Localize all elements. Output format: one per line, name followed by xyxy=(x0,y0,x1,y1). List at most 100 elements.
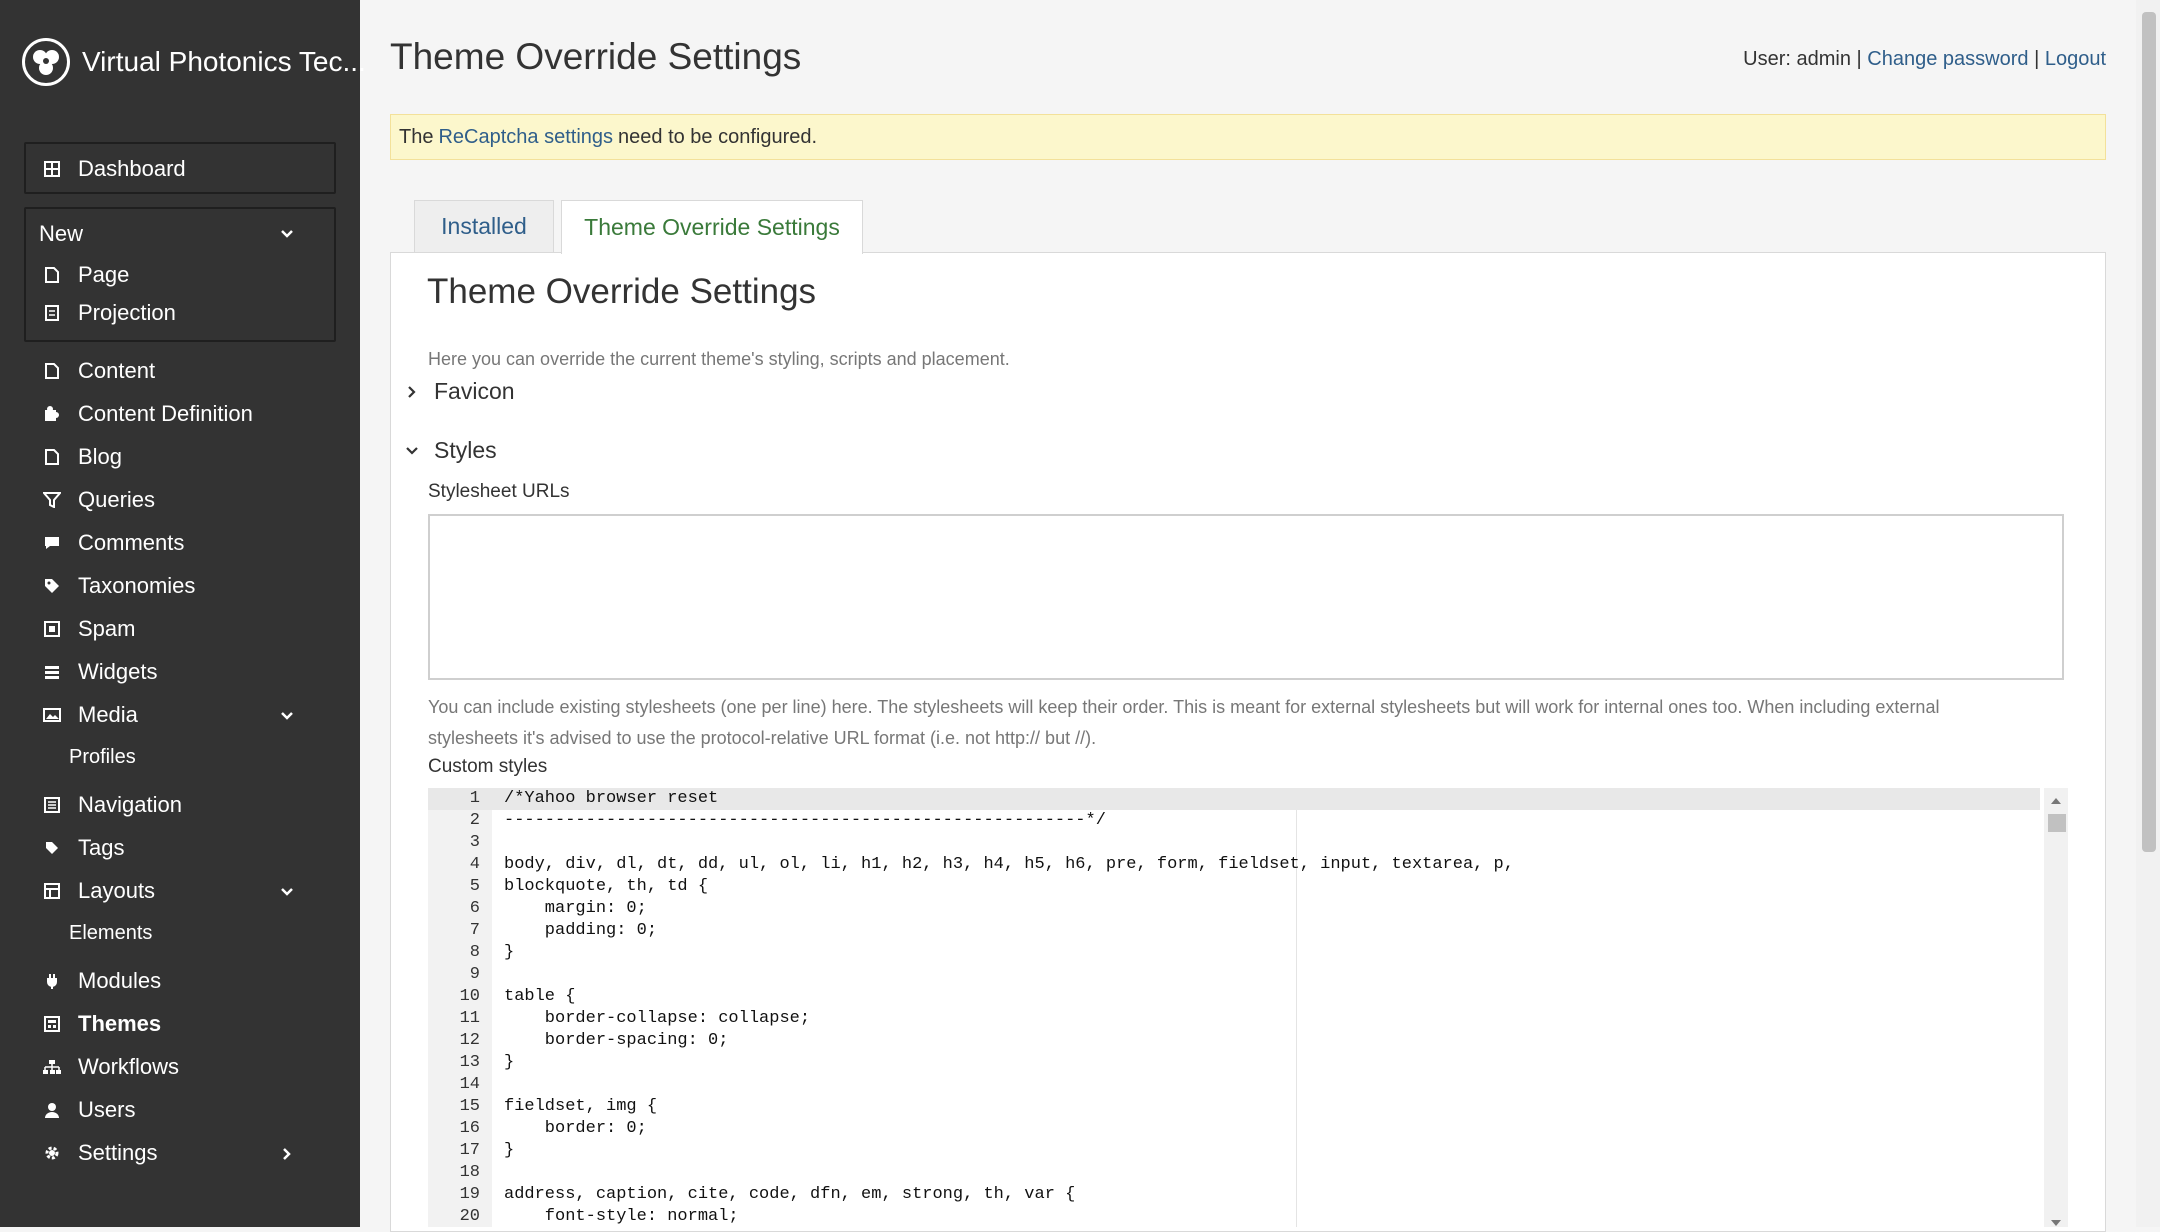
sidebar-item-new-page[interactable]: Page xyxy=(42,259,129,291)
sidebar-item-new[interactable]: New xyxy=(39,218,83,250)
styles-section-toggle[interactable]: Styles xyxy=(402,437,497,464)
logout-link[interactable]: Logout xyxy=(2045,48,2106,70)
code-line[interactable]: 7 padding: 0; xyxy=(428,920,2040,942)
sidebar-item-themes[interactable]: Themes xyxy=(42,1008,161,1040)
line-number: 19 xyxy=(459,1185,480,1204)
scroll-down-icon[interactable] xyxy=(2048,1216,2064,1227)
sidebar-item-content[interactable]: Content xyxy=(42,355,155,387)
code-line[interactable]: 4 body, div, dl, dt, dd, ul, ol, li, h1, … xyxy=(428,854,2040,876)
favicon-section-toggle[interactable]: Favicon xyxy=(402,378,515,405)
line-number: 8 xyxy=(469,943,480,962)
sidebar-item-taxonomies[interactable]: Taxonomies xyxy=(42,570,195,602)
sidebar-item-comments[interactable]: Comments xyxy=(42,527,184,559)
code-line[interactable]: 5 blockquote, th, td { xyxy=(428,876,2040,898)
editor-scrollbar[interactable] xyxy=(2044,788,2068,1227)
sidebar-item-dashboard[interactable]: Dashboard xyxy=(42,153,186,185)
sidebar-item-label: Tags xyxy=(78,835,125,860)
sidebar-item-label: New xyxy=(39,221,84,246)
code-line[interactable]: 15 fieldset, img { xyxy=(428,1096,2040,1118)
sidebar-item-settings[interactable]: Settings xyxy=(42,1137,158,1169)
comment-icon xyxy=(42,533,62,553)
code-text: font-style: normal; xyxy=(504,1207,739,1226)
chevron-right-icon[interactable] xyxy=(278,1145,296,1163)
line-number: 18 xyxy=(459,1163,480,1182)
custom-styles-editor[interactable]: 1 /*Yahoo browser reset 2 -----------------… xyxy=(428,788,2068,1227)
dashboard-icon xyxy=(42,159,62,179)
stylesheet-urls-label: Stylesheet URLs xyxy=(428,481,570,502)
sidebar-item-queries[interactable]: Queries xyxy=(42,484,155,516)
content-icon xyxy=(42,361,62,381)
sidebar-item-layouts[interactable]: Layouts xyxy=(42,875,155,907)
code-line[interactable]: 12 border-spacing: 0; xyxy=(428,1030,2040,1052)
line-number: 1 xyxy=(469,789,480,808)
change-password-link[interactable]: Change password xyxy=(1867,48,2028,70)
code-line[interactable]: 19 address, caption, cite, code, dfn, em,… xyxy=(428,1184,2040,1206)
sidebar-item-media[interactable]: Media xyxy=(42,699,138,731)
page-scroll-thumb[interactable] xyxy=(2142,12,2156,852)
code-line[interactable]: 9 xyxy=(428,964,2040,986)
recaptcha-settings-link[interactable]: ReCaptcha settings xyxy=(438,126,613,149)
tab-theme-override-settings[interactable]: Theme Override Settings xyxy=(561,200,863,254)
code-line[interactable]: 1 /*Yahoo browser reset xyxy=(428,788,2040,810)
code-line[interactable]: 20 font-style: normal; xyxy=(428,1206,2040,1227)
code-line[interactable]: 14 xyxy=(428,1074,2040,1096)
list-icon xyxy=(42,795,62,815)
code-line[interactable]: 17} xyxy=(428,1140,2040,1162)
user-label: User: admin xyxy=(1743,48,1851,70)
code-line[interactable]: 10 table { xyxy=(428,986,2040,1008)
brand-name: Virtual Photonics Tec... xyxy=(82,46,366,77)
sidebar-item-spam[interactable]: Spam xyxy=(42,613,135,645)
line-number: 17 xyxy=(459,1141,480,1160)
code-line[interactable]: 13} xyxy=(428,1052,2040,1074)
code-line[interactable]: 11 border-collapse: collapse; xyxy=(428,1008,2040,1030)
recaptcha-alert: The ReCaptcha settings need to be config… xyxy=(390,114,2106,160)
chevron-down-icon[interactable] xyxy=(278,883,296,901)
separator: | xyxy=(2034,48,2040,70)
line-number: 7 xyxy=(469,921,480,940)
sidebar-item-workflows[interactable]: Workflows xyxy=(42,1051,179,1083)
code-line[interactable]: 3 xyxy=(428,832,2040,854)
styles-heading: Styles xyxy=(434,437,497,463)
chevron-right-icon xyxy=(402,382,422,402)
tab-installed[interactable]: Installed xyxy=(414,200,554,252)
sidebar-item-profiles[interactable]: Profiles xyxy=(69,742,136,772)
sidebar-item-new-projection[interactable]: Projection xyxy=(42,297,176,329)
sidebar-item-tags[interactable]: Tags xyxy=(42,832,124,864)
sidebar-item-users[interactable]: Users xyxy=(42,1094,135,1126)
sidebar-item-label: Blog xyxy=(78,444,123,469)
sidebar-item-navigation[interactable]: Navigation xyxy=(42,789,182,821)
scroll-up-icon[interactable] xyxy=(2048,794,2064,808)
editor-scroll-thumb[interactable] xyxy=(2048,814,2066,832)
line-number: 4 xyxy=(469,855,480,874)
chevron-down-icon xyxy=(402,441,422,461)
code-line[interactable]: 8} xyxy=(428,942,2040,964)
line-number: 10 xyxy=(459,987,480,1006)
image-icon xyxy=(42,705,62,725)
sidebar-item-blog[interactable]: Blog xyxy=(42,441,122,473)
code-text: ----------------------------------------… xyxy=(504,811,1106,830)
code-line[interactable]: 18 xyxy=(428,1162,2040,1184)
gear-icon xyxy=(42,1143,62,1163)
sidebar-item-label: Layouts xyxy=(78,878,156,903)
code-line[interactable]: 16 border: 0; xyxy=(428,1118,2040,1140)
sidebar-item-label: Queries xyxy=(78,487,156,512)
code-line[interactable]: 2 ---------------------------------------… xyxy=(428,810,2040,832)
sidebar-item-widgets[interactable]: Widgets xyxy=(42,656,157,688)
filter-icon xyxy=(42,490,62,510)
sidebar-item-content-definition[interactable]: Content Definition xyxy=(42,398,253,430)
line-number: 5 xyxy=(469,877,480,896)
line-number: 13 xyxy=(459,1053,480,1072)
sidebar-item-modules[interactable]: Modules xyxy=(42,965,161,997)
chevron-down-icon[interactable] xyxy=(278,225,296,243)
brand-logo-icon xyxy=(22,38,70,86)
page-scrollbar[interactable] xyxy=(2136,0,2160,1227)
brand[interactable]: Virtual Photonics Tec... xyxy=(22,38,366,86)
sidebar-item-elements[interactable]: Elements xyxy=(69,918,152,948)
chevron-down-icon[interactable] xyxy=(278,707,296,725)
line-number: 20 xyxy=(459,1207,480,1226)
stylesheet-urls-input[interactable] xyxy=(428,514,2064,680)
sidebar-item-label: Page xyxy=(78,262,130,287)
sidebar-item-label: Dashboard xyxy=(78,156,186,181)
tags-icon xyxy=(42,576,62,596)
code-line[interactable]: 6 margin: 0; xyxy=(428,898,2040,920)
